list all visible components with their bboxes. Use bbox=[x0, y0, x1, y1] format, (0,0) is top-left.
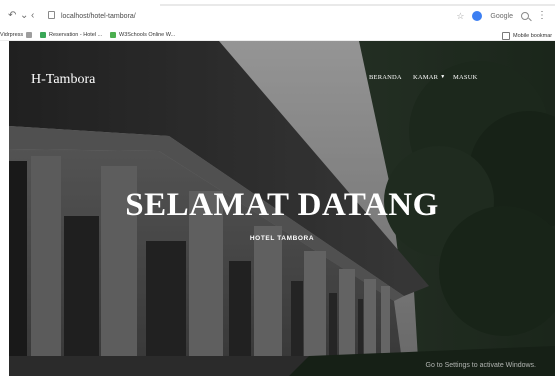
hero-subtitle: HOTEL TAMBORA bbox=[249, 235, 315, 242]
nav-beranda[interactable]: BERANDA bbox=[369, 74, 402, 81]
hero-title: SELAMAT DATANG bbox=[125, 187, 439, 223]
bookmark-item[interactable]: W3Schools Online W... bbox=[110, 32, 175, 38]
bookmark-label: W3Schools Online W... bbox=[119, 32, 176, 38]
bookmark-label: Reservation - Hotel ... bbox=[49, 32, 103, 38]
bookmark-label: Mobile bookmar bbox=[513, 33, 553, 39]
bookmark-item[interactable]: Reservation - Hotel ... bbox=[40, 32, 102, 38]
bookmark-label: Vidrpress bbox=[0, 32, 24, 38]
menu-icon[interactable]: ⋮ bbox=[537, 11, 547, 21]
bookmarks-bar: Vidrpress Reservation - Hotel ... W3Scho… bbox=[0, 30, 555, 41]
search-icon[interactable] bbox=[521, 12, 529, 20]
doc-icon bbox=[26, 32, 33, 38]
hero-section: H-Tambora BERANDA KAMAR ▼ MASUK SELAMAT D… bbox=[9, 41, 555, 376]
nav-kamar-dropdown[interactable]: KAMAR ▼ bbox=[413, 74, 445, 81]
watermark-line-1: Go to Settings to activate Windows. bbox=[425, 362, 537, 369]
toolbar-separator bbox=[160, 4, 555, 6]
nav-kamar-label: KAMAR bbox=[413, 74, 439, 81]
chevron-down-icon: ▼ bbox=[440, 75, 446, 80]
bookmark-item[interactable]: Mobile bookmar bbox=[502, 32, 552, 40]
activate-windows-watermark: Go to Settings to activate Windows. bbox=[426, 362, 537, 370]
globe-icon bbox=[40, 32, 46, 38]
star-icon[interactable]: ☆ bbox=[456, 11, 464, 22]
toolbar-right: ☆ Google ⋮ bbox=[456, 9, 547, 23]
chevron-down-icon[interactable]: ⌄ bbox=[20, 11, 28, 21]
url-text: localhost/hotel-tambora/ bbox=[60, 13, 136, 20]
brand-logo-text[interactable]: H-Tambora bbox=[31, 72, 95, 88]
bookmark-item[interactable]: Vidrpress bbox=[0, 32, 33, 38]
mobile-bookmarks-icon bbox=[502, 32, 510, 40]
browser-toolbar: ↶ ⌄ ‹ localhost/hotel-tambora/ ☆ Google … bbox=[0, 0, 555, 31]
back-arrow-icon[interactable]: ‹ bbox=[31, 11, 34, 21]
history-back-icon[interactable]: ↶ bbox=[8, 11, 16, 21]
w3schools-icon bbox=[110, 32, 116, 38]
address-bar[interactable]: localhost/hotel-tambora/ bbox=[48, 11, 136, 20]
search-engine-icon[interactable] bbox=[472, 11, 483, 21]
page-icon bbox=[48, 11, 55, 19]
nav-masuk[interactable]: MASUK bbox=[453, 74, 477, 81]
search-engine-label[interactable]: Google bbox=[490, 13, 513, 20]
